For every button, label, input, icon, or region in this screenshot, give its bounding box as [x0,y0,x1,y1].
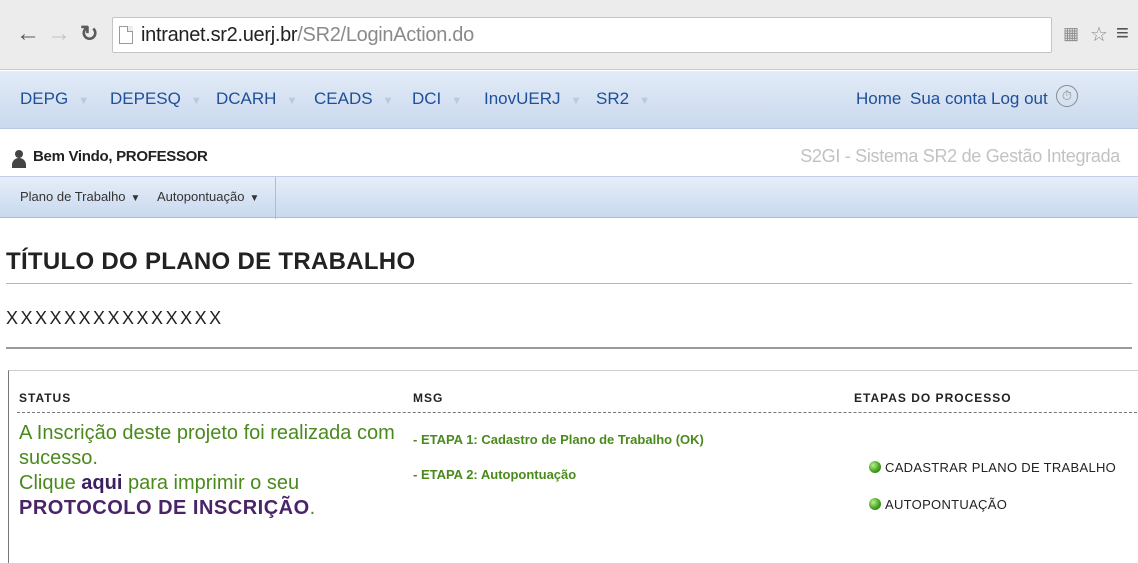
status-column-header: STATUS [19,391,72,405]
browser-toolbar: ← → ↻ intranet.sr2.uerj.br/SR2/LoginActi… [0,0,1138,70]
nav-item-label: DEPG [20,89,69,108]
etapa-item: AUTOPONTUAÇÃO [869,497,1007,512]
status-panel: STATUS MSG ETAPAS DO PROCESSO A Inscriçã… [8,370,1138,563]
url-path: /SR2/LoginAction.do [297,24,474,46]
url-host: intranet.sr2.uerj.br [141,24,298,46]
submenu-bar: Plano de Trabalho ▼ Autopontuação ▼ [0,176,1138,219]
status-success-text: A Inscrição deste projeto foi realizada … [19,422,395,469]
back-arrow-icon[interactable]: ← [16,22,40,46]
chevron-down-icon: ▼ [639,95,650,107]
chevron-down-icon: ▼ [190,95,202,107]
header-divider [17,412,1137,413]
nav-item-label: CEADS [314,89,373,108]
etapa-item: CADASTRAR PLANO DE TRABALHO [869,460,1116,475]
submenu-group: Plano de Trabalho ▼ Autopontuação ▼ [0,177,276,219]
nav-item-dci[interactable]: DCI ▼ [412,89,462,109]
chevron-down-icon: ▼ [286,95,298,107]
protocol-period: . [309,497,316,519]
reload-icon[interactable]: ↻ [80,22,98,46]
nav-item-dcarh[interactable]: DCARH ▼ [216,89,297,109]
menu-label: Autopontuação [157,189,245,204]
nav-item-depesq[interactable]: DEPESQ ▼ [110,89,202,109]
status-ok-icon [869,461,881,473]
nav-item-ceads[interactable]: CEADS ▼ [314,89,393,109]
nav-item-label: DCARH [216,89,277,108]
account-link[interactable]: Sua conta [910,89,987,109]
top-navigation: DEPG ▼ DEPESQ ▼ DCARH ▼ CEADS ▼ DCI ▼ InovUER… [0,71,1138,129]
etapa-label: CADASTRAR PLANO DE TRABALHO [885,460,1117,475]
etapa-label: AUTOPONTUAÇÃO [885,497,1008,512]
msg-item: - ETAPA 2: Autopontuação [413,467,577,482]
nav-item-label: InovUERJ [484,89,561,108]
menu-label: Plano de Trabalho [20,189,126,204]
etapas-column-header: ETAPAS DO PROCESSO [854,391,1012,405]
nav-item-label: DEPESQ [110,89,181,108]
clock-icon[interactable]: ⏱ [1056,85,1078,107]
click-prefix: Clique [19,472,82,494]
nav-item-label: DCI [412,89,442,108]
forward-arrow-icon[interactable]: → [47,22,71,46]
chevron-down-icon: ▼ [78,95,90,107]
msg-item: - ETAPA 1: Cadastro de Plano de Trabalho… [413,432,704,447]
home-link[interactable]: Home [856,89,901,109]
nav-item-sr2[interactable]: SR2 ▼ [596,89,650,109]
dropdown-arrow-icon: ▼ [130,193,141,204]
welcome-bar: Bem Vindo, PROFESSOR S2GI - Sistema SR2 … [0,137,1138,175]
page-subtitle: XXXXXXXXXXXXXXX [6,308,224,328]
address-bar[interactable]: intranet.sr2.uerj.br/SR2/LoginAction.do [112,17,1052,53]
print-link[interactable]: aqui [81,472,122,494]
chevron-down-icon: ▼ [382,95,394,107]
nav-item-label: SR2 [596,89,630,108]
menu-icon[interactable]: ≡ [1116,20,1129,46]
menu-plano-de-trabalho[interactable]: Plano de Trabalho ▼ [20,189,140,204]
nav-item-depg[interactable]: DEPG ▼ [20,89,89,109]
msg-column-header: MSG [413,391,444,405]
page-title: TÍTULO DO PLANO DE TRABALHO [6,248,416,275]
extension-icon[interactable]: ▦ [1063,24,1079,44]
protocol-link[interactable]: PROTOCOLO DE INSCRIÇÃO [19,497,310,519]
nav-item-inovuerj[interactable]: InovUERJ ▼ [484,89,581,109]
chevron-down-icon: ▼ [570,95,582,107]
dropdown-arrow-icon: ▼ [249,193,260,204]
star-icon[interactable]: ☆ [1090,22,1108,47]
logout-link[interactable]: Log out [991,89,1048,109]
menu-autopontuacao[interactable]: Autopontuação ▼ [157,189,259,204]
chevron-down-icon: ▼ [451,95,463,107]
title-divider [6,283,1132,284]
page-icon [119,26,133,44]
welcome-text: Bem Vindo, PROFESSOR [33,148,208,165]
status-ok-icon [869,498,881,510]
user-icon [12,150,26,168]
system-name: S2GI - Sistema SR2 de Gestão Integrada [800,146,1120,166]
url-text[interactable]: intranet.sr2.uerj.br/SR2/LoginAction.do [141,24,474,47]
status-message: A Inscrição deste projeto foi realizada … [19,421,399,521]
subtitle-divider [6,347,1132,349]
click-suffix: para imprimir o seu [122,472,300,494]
